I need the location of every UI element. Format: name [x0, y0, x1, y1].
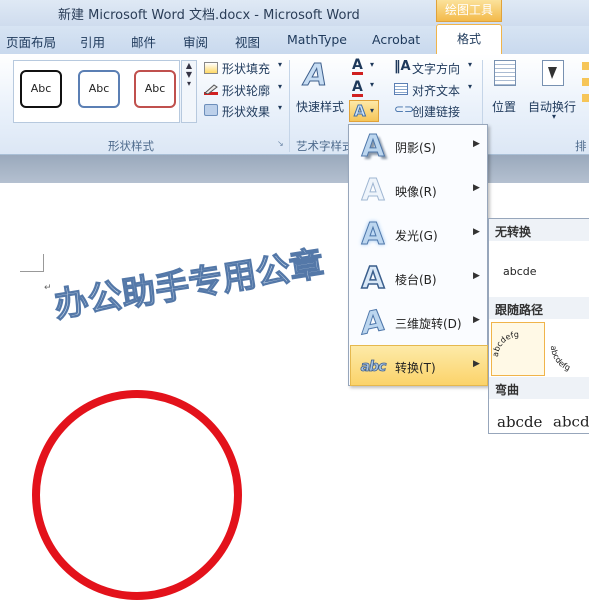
chevron-right-icon: ▶: [473, 183, 480, 193]
menu-item-3d-rotation[interactable]: A 三维旋转(D) ▶: [349, 301, 487, 345]
text-fill-icon: A: [352, 57, 363, 75]
tab-review[interactable]: 审阅: [183, 32, 208, 51]
follow-path-arch-option[interactable]: abcdefg: [491, 322, 545, 376]
menu-item-shadow[interactable]: A 阴影(S) ▶: [349, 125, 487, 169]
tab-mailings[interactable]: 邮件: [131, 32, 156, 51]
shape-style-black[interactable]: Abc: [20, 70, 62, 108]
text-direction-label: 文字方向: [412, 62, 461, 76]
transform-effect-icon: abc: [360, 359, 387, 376]
tab-view[interactable]: 视图: [235, 32, 260, 51]
menu-item-glow[interactable]: A 发光(G) ▶: [349, 213, 487, 257]
text-outline-button[interactable]: A ▾: [352, 80, 380, 98]
wordart-a-icon: A: [303, 58, 328, 94]
wrap-text-button[interactable]: 自动换行 ▾: [528, 58, 580, 121]
chevron-right-icon: ▶: [473, 315, 480, 325]
group-label-shape-styles: 形状样式: [108, 139, 154, 153]
shape-fill-label: 形状填充: [222, 62, 271, 76]
menu-item-transform[interactable]: abc 转换(T) ▶: [349, 345, 487, 389]
shape-outline-label: 形状轮廓: [222, 84, 271, 98]
shape-effects-icon: [204, 104, 218, 116]
chevron-down-icon: ▾: [278, 82, 283, 91]
pen-icon: [204, 83, 218, 95]
tab-references[interactable]: 引用: [80, 32, 105, 51]
gallery-scroll-button[interactable]: ▲ ▼ ▾: [181, 60, 197, 123]
text-fill-button[interactable]: A ▾: [352, 57, 380, 78]
align-text-label: 对齐文本: [412, 84, 461, 98]
position-icon: [494, 60, 516, 86]
chevron-right-icon: ▶: [473, 359, 480, 369]
position-button[interactable]: 位置: [488, 58, 524, 118]
no-transform-option[interactable]: abcde: [503, 265, 537, 278]
group-separator: [289, 60, 290, 152]
contextual-tab-group-label: 绘图工具: [436, 0, 502, 22]
chevron-right-icon: ▶: [473, 227, 480, 237]
svg-text:abcdefg: abcdefg: [492, 330, 519, 357]
menu-item-label: 映像(R): [395, 185, 437, 199]
margin-corner-mark: [20, 254, 44, 272]
group-label-wordart-styles: 艺术字样式: [296, 139, 348, 153]
arch-up-icon: abcdefg: [491, 330, 519, 357]
svg-text:abcdefg: abcdefg: [549, 345, 572, 372]
chevron-down-icon: ▾: [370, 106, 375, 115]
menu-item-bevel[interactable]: A 棱台(B) ▶: [349, 257, 487, 301]
text-effects-menu: A 阴影(S) ▶ A 映像(R) ▶ A 发光(G) ▶ A 棱台(B) ▶ …: [348, 124, 488, 386]
align-text-icon: [394, 83, 408, 95]
shape-style-blue[interactable]: Abc: [78, 70, 120, 108]
seal-circle[interactable]: [32, 390, 242, 600]
dialog-launcher-icon[interactable]: ↘: [277, 139, 284, 148]
menu-item-label: 转换(T): [395, 361, 436, 375]
section-header-warp: 弯曲: [489, 377, 589, 399]
follow-path-arch-down-option[interactable]: abcdefg: [547, 322, 589, 376]
quick-styles-label: 快速样式: [296, 100, 345, 114]
menu-item-label: 发光(G): [395, 229, 438, 243]
menu-item-label: 三维旋转(D): [395, 317, 462, 331]
bevel-effect-icon: A: [361, 261, 386, 296]
arrange-small-icons: [582, 62, 589, 108]
section-header-follow-path: 跟随路径: [489, 297, 589, 319]
quick-styles-button[interactable]: A 快速样式: [296, 58, 348, 118]
reflection-effect-icon: A: [361, 173, 385, 208]
tab-mathtype[interactable]: MathType: [287, 32, 347, 47]
warp-option-2[interactable]: abcde: [553, 414, 589, 430]
arch-down-icon: abcdefg: [549, 345, 572, 372]
chevron-down-icon: ▾: [278, 60, 283, 69]
create-link-label: 创建链接: [412, 105, 461, 119]
chevron-down-icon: ▾: [468, 82, 473, 91]
menu-item-label: 阴影(S): [395, 141, 436, 155]
chevron-down-icon: ▾: [552, 112, 557, 121]
wrap-text-icon: [542, 60, 564, 86]
text-effects-icon: A: [354, 102, 367, 121]
section-header-no-transform: 无转换: [489, 219, 589, 241]
chevron-down-icon: ▾: [468, 60, 473, 69]
shadow-effect-icon: A: [361, 129, 385, 164]
text-effects-button[interactable]: A ▾: [349, 100, 379, 122]
transform-submenu: 无转换 abcde 跟随路径 abcdefg abcdefg 弯曲 abcde …: [488, 218, 589, 434]
shape-effects-label: 形状效果: [222, 105, 271, 119]
position-label: 位置: [492, 100, 517, 114]
chevron-right-icon: ▶: [473, 271, 480, 281]
menu-item-label: 棱台(B): [395, 273, 437, 287]
paint-bucket-icon: [204, 62, 218, 74]
text-outline-icon: A: [352, 79, 363, 97]
chevron-down-icon: ▾: [370, 60, 375, 69]
glow-effect-icon: A: [361, 217, 385, 252]
chevron-right-icon: ▶: [473, 139, 480, 149]
window-title: 新建 Microsoft Word 文档.docx - Microsoft Wo…: [58, 8, 360, 23]
tab-acrobat[interactable]: Acrobat: [372, 32, 420, 47]
tab-page-layout[interactable]: 页面布局: [6, 32, 56, 51]
tab-format[interactable]: 格式: [436, 24, 502, 55]
ruler-area: [0, 155, 589, 183]
menu-item-reflection[interactable]: A 映像(R) ▶: [349, 169, 487, 213]
text-direction-icon: ‖A: [394, 59, 411, 74]
warp-option-1[interactable]: abcde: [497, 413, 542, 431]
3d-rotation-effect-icon: A: [361, 302, 385, 343]
shape-style-red[interactable]: Abc: [134, 70, 176, 108]
chevron-down-icon: ▾: [278, 103, 283, 112]
chevron-down-icon: ▾: [370, 80, 375, 89]
group-label-arrange: 排: [575, 139, 587, 153]
